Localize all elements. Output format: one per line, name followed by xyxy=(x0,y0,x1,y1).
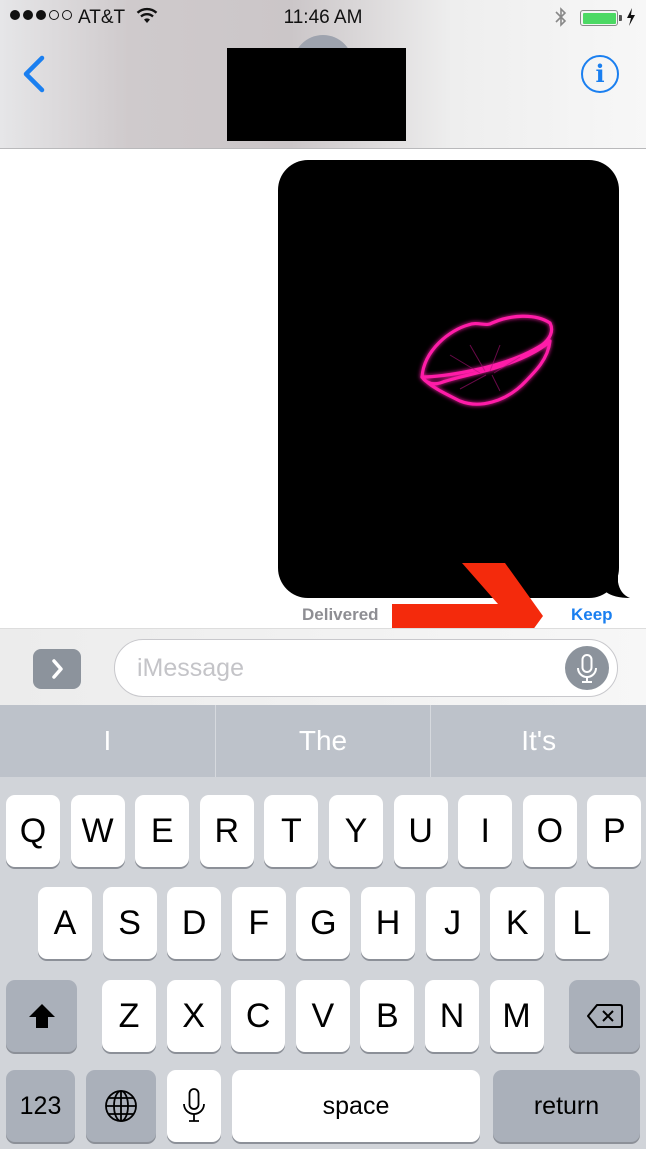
letter-key[interactable]: Y xyxy=(329,795,383,867)
imessage-input[interactable]: iMessage xyxy=(114,639,618,697)
dictation-key[interactable] xyxy=(167,1070,221,1142)
letter-key[interactable]: A xyxy=(38,887,92,959)
expand-apps-button[interactable] xyxy=(33,649,81,689)
backspace-icon xyxy=(586,1004,623,1028)
microphone-icon xyxy=(577,654,597,683)
chevron-left-icon xyxy=(23,55,45,93)
letter-key[interactable]: W xyxy=(70,795,125,867)
charging-bolt-icon xyxy=(627,8,635,26)
info-button[interactable]: i xyxy=(581,55,619,93)
letter-key[interactable]: F xyxy=(231,887,286,959)
letter-key[interactable]: J xyxy=(425,887,480,959)
prediction-item[interactable]: It's xyxy=(430,705,646,777)
letter-key[interactable]: C xyxy=(231,980,286,1052)
shift-key[interactable] xyxy=(6,980,77,1052)
imessage-placeholder: iMessage xyxy=(137,654,244,682)
letter-key[interactable]: B xyxy=(360,980,415,1052)
letter-key[interactable]: U xyxy=(393,795,448,867)
letter-key[interactable]: O xyxy=(522,795,577,867)
letter-key[interactable]: N xyxy=(425,980,479,1052)
battery-icon xyxy=(580,10,618,26)
letter-key[interactable]: L xyxy=(554,887,609,959)
battery-tip xyxy=(619,15,622,21)
shift-arrow-icon xyxy=(28,1004,55,1028)
prediction-item[interactable]: The xyxy=(214,705,431,777)
letter-key[interactable]: H xyxy=(361,887,415,959)
letter-key[interactable]: M xyxy=(489,980,544,1052)
globe-key[interactable] xyxy=(86,1070,156,1142)
predictive-bar: I The It's xyxy=(0,705,646,777)
keep-button[interactable]: Keep xyxy=(571,605,613,625)
return-key[interactable]: return xyxy=(493,1070,640,1142)
space-key[interactable]: space xyxy=(232,1070,480,1142)
letter-key[interactable]: E xyxy=(135,795,190,867)
letter-key[interactable]: K xyxy=(490,887,545,959)
letter-key[interactable]: P xyxy=(587,795,642,867)
clock: 11:46 AM xyxy=(283,7,363,28)
chevron-right-icon xyxy=(52,659,63,679)
dictation-button[interactable] xyxy=(565,646,609,690)
header: AT&T 11:46 AM i xyxy=(0,0,646,149)
microphone-icon xyxy=(183,1088,205,1122)
letter-key[interactable]: R xyxy=(199,795,254,867)
contact-name-redacted xyxy=(227,48,406,141)
letter-key[interactable]: S xyxy=(102,887,157,959)
letter-key[interactable]: G xyxy=(296,887,351,959)
globe-icon xyxy=(105,1090,137,1122)
letter-key[interactable]: Q xyxy=(6,795,60,867)
numbers-key[interactable]: 123 xyxy=(6,1070,75,1142)
letter-key[interactable]: X xyxy=(166,980,221,1052)
status-bar: AT&T 11:46 AM xyxy=(0,0,646,36)
delivered-status: Delivered xyxy=(302,605,379,624)
letter-key[interactable]: D xyxy=(167,887,222,959)
bluetooth-icon xyxy=(555,7,567,27)
message-input-bar: iMessage xyxy=(0,628,646,706)
letter-key[interactable]: V xyxy=(295,980,350,1052)
prediction-item[interactable]: I xyxy=(0,705,215,777)
letter-key[interactable]: Z xyxy=(102,980,156,1052)
back-button[interactable] xyxy=(18,52,50,96)
keyboard: I The It's QWERTYUIOPASDFGHJKLZXCVBNM 12… xyxy=(0,705,646,1149)
kiss-lips-icon xyxy=(420,314,554,406)
delete-key[interactable] xyxy=(569,980,640,1052)
bubble-tail xyxy=(600,568,630,598)
letter-key[interactable]: I xyxy=(458,795,513,867)
letter-key[interactable]: T xyxy=(264,795,319,867)
